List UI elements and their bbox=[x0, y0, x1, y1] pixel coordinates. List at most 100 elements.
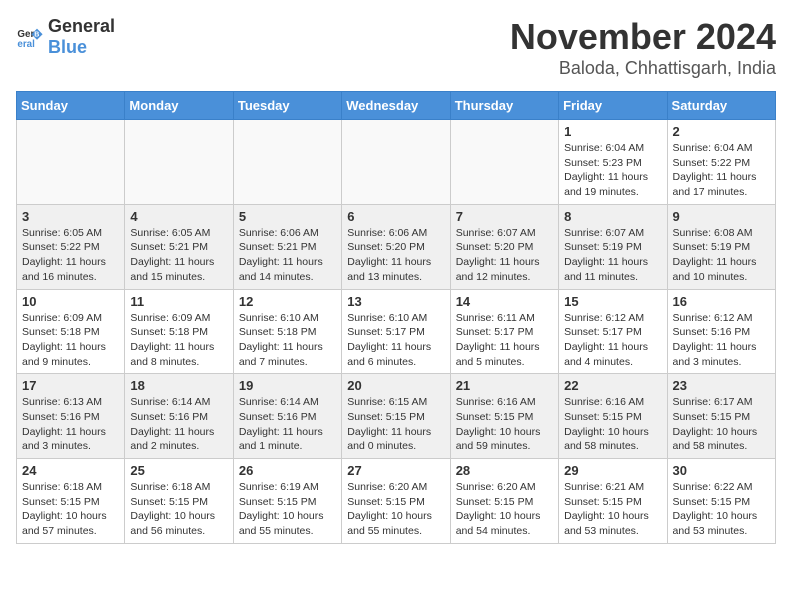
day-info: Sunrise: 6:06 AM Sunset: 5:20 PM Dayligh… bbox=[347, 226, 444, 285]
day-number: 26 bbox=[239, 463, 336, 478]
day-info: Sunrise: 6:19 AM Sunset: 5:15 PM Dayligh… bbox=[239, 480, 336, 539]
calendar-cell: 30 Sunrise: 6:22 AM Sunset: 5:15 PM Dayli… bbox=[667, 459, 775, 544]
day-info: Sunrise: 6:06 AM Sunset: 5:21 PM Dayligh… bbox=[239, 226, 336, 285]
logo-blue: Blue bbox=[48, 37, 87, 57]
day-number: 13 bbox=[347, 294, 444, 309]
header-day-sunday: Sunday bbox=[17, 92, 125, 120]
calendar-cell: 22Sunrise: 6:16 AM Sunset: 5:15 PM Dayli… bbox=[559, 374, 667, 459]
calendar-cell: 14 Sunrise: 6:11 AM Sunset: 5:17 PM Dayli… bbox=[450, 289, 558, 374]
day-number: 25 bbox=[130, 463, 227, 478]
calendar-week-5: 24 Sunrise: 6:18 AM Sunset: 5:15 PM Dayli… bbox=[17, 459, 776, 544]
calendar-cell: 1Sunrise: 6:04 AM Sunset: 5:23 PM Daylig… bbox=[559, 120, 667, 205]
day-info: Sunrise: 6:22 AM Sunset: 5:15 PM Dayligh… bbox=[673, 480, 770, 539]
day-number: 4 bbox=[130, 209, 227, 224]
day-number: 19 bbox=[239, 378, 336, 393]
day-number: 18 bbox=[130, 378, 227, 393]
month-title: November 2024 bbox=[510, 16, 776, 58]
day-number: 8 bbox=[564, 209, 661, 224]
day-info: Sunrise: 6:07 AM Sunset: 5:20 PM Dayligh… bbox=[456, 226, 553, 285]
calendar-cell bbox=[17, 120, 125, 205]
calendar-cell: 20 Sunrise: 6:15 AM Sunset: 5:15 PM Dayli… bbox=[342, 374, 450, 459]
day-info: Sunrise: 6:11 AM Sunset: 5:17 PM Dayligh… bbox=[456, 311, 553, 370]
day-number: 27 bbox=[347, 463, 444, 478]
day-number: 22 bbox=[564, 378, 661, 393]
day-info: Sunrise: 6:16 AM Sunset: 5:15 PM Dayligh… bbox=[456, 395, 553, 454]
calendar-cell: 4Sunrise: 6:05 AM Sunset: 5:21 PM Daylig… bbox=[125, 204, 233, 289]
calendar-cell bbox=[125, 120, 233, 205]
calendar-week-4: 17 Sunrise: 6:13 AM Sunset: 5:16 PM Dayli… bbox=[17, 374, 776, 459]
calendar-week-1: 1Sunrise: 6:04 AM Sunset: 5:23 PM Daylig… bbox=[17, 120, 776, 205]
header-day-tuesday: Tuesday bbox=[233, 92, 341, 120]
day-number: 5 bbox=[239, 209, 336, 224]
logo: Gen eral B General Blue bbox=[16, 16, 115, 58]
header-day-wednesday: Wednesday bbox=[342, 92, 450, 120]
day-info: Sunrise: 6:18 AM Sunset: 5:15 PM Dayligh… bbox=[22, 480, 119, 539]
day-number: 7 bbox=[456, 209, 553, 224]
day-info: Sunrise: 6:08 AM Sunset: 5:19 PM Dayligh… bbox=[673, 226, 770, 285]
day-number: 23 bbox=[673, 378, 770, 393]
calendar-week-2: 3Sunrise: 6:05 AM Sunset: 5:22 PM Daylig… bbox=[17, 204, 776, 289]
day-info: Sunrise: 6:12 AM Sunset: 5:17 PM Dayligh… bbox=[564, 311, 661, 370]
calendar-cell: 13Sunrise: 6:10 AM Sunset: 5:17 PM Dayli… bbox=[342, 289, 450, 374]
day-number: 1 bbox=[564, 124, 661, 139]
header-day-monday: Monday bbox=[125, 92, 233, 120]
day-info: Sunrise: 6:04 AM Sunset: 5:22 PM Dayligh… bbox=[673, 141, 770, 200]
day-info: Sunrise: 6:17 AM Sunset: 5:15 PM Dayligh… bbox=[673, 395, 770, 454]
day-number: 28 bbox=[456, 463, 553, 478]
calendar-cell bbox=[233, 120, 341, 205]
calendar-cell: 27Sunrise: 6:20 AM Sunset: 5:15 PM Dayli… bbox=[342, 459, 450, 544]
header-day-friday: Friday bbox=[559, 92, 667, 120]
calendar-cell: 18Sunrise: 6:14 AM Sunset: 5:16 PM Dayli… bbox=[125, 374, 233, 459]
calendar-cell: 28Sunrise: 6:20 AM Sunset: 5:15 PM Dayli… bbox=[450, 459, 558, 544]
day-number: 10 bbox=[22, 294, 119, 309]
svg-text:B: B bbox=[34, 31, 39, 38]
day-info: Sunrise: 6:07 AM Sunset: 5:19 PM Dayligh… bbox=[564, 226, 661, 285]
day-number: 9 bbox=[673, 209, 770, 224]
header: Gen eral B General Blue November 2024 Ba… bbox=[16, 16, 776, 79]
calendar-cell: 26 Sunrise: 6:19 AM Sunset: 5:15 PM Dayli… bbox=[233, 459, 341, 544]
logo-icon: Gen eral B bbox=[16, 23, 44, 51]
day-number: 14 bbox=[456, 294, 553, 309]
day-info: Sunrise: 6:21 AM Sunset: 5:15 PM Dayligh… bbox=[564, 480, 661, 539]
calendar-cell: 15 Sunrise: 6:12 AM Sunset: 5:17 PM Dayli… bbox=[559, 289, 667, 374]
calendar-cell: 21 Sunrise: 6:16 AM Sunset: 5:15 PM Dayli… bbox=[450, 374, 558, 459]
day-number: 29 bbox=[564, 463, 661, 478]
day-number: 2 bbox=[673, 124, 770, 139]
day-number: 20 bbox=[347, 378, 444, 393]
day-number: 6 bbox=[347, 209, 444, 224]
title-area: November 2024 Baloda, Chhattisgarh, Indi… bbox=[510, 16, 776, 79]
day-number: 12 bbox=[239, 294, 336, 309]
calendar-cell: 19 Sunrise: 6:14 AM Sunset: 5:16 PM Dayli… bbox=[233, 374, 341, 459]
calendar-cell bbox=[450, 120, 558, 205]
calendar-cell bbox=[342, 120, 450, 205]
day-number: 30 bbox=[673, 463, 770, 478]
calendar-cell: 25 Sunrise: 6:18 AM Sunset: 5:15 PM Dayli… bbox=[125, 459, 233, 544]
calendar-cell: 3Sunrise: 6:05 AM Sunset: 5:22 PM Daylig… bbox=[17, 204, 125, 289]
day-number: 24 bbox=[22, 463, 119, 478]
day-number: 3 bbox=[22, 209, 119, 224]
day-number: 17 bbox=[22, 378, 119, 393]
day-info: Sunrise: 6:09 AM Sunset: 5:18 PM Dayligh… bbox=[22, 311, 119, 370]
day-info: Sunrise: 6:15 AM Sunset: 5:15 PM Dayligh… bbox=[347, 395, 444, 454]
day-info: Sunrise: 6:14 AM Sunset: 5:16 PM Dayligh… bbox=[239, 395, 336, 454]
day-number: 11 bbox=[130, 294, 227, 309]
day-info: Sunrise: 6:12 AM Sunset: 5:16 PM Dayligh… bbox=[673, 311, 770, 370]
day-info: Sunrise: 6:18 AM Sunset: 5:15 PM Dayligh… bbox=[130, 480, 227, 539]
day-number: 21 bbox=[456, 378, 553, 393]
calendar-cell: 6 Sunrise: 6:06 AM Sunset: 5:20 PM Daylig… bbox=[342, 204, 450, 289]
logo-general: General bbox=[48, 16, 115, 36]
calendar-cell: 5 Sunrise: 6:06 AM Sunset: 5:21 PM Daylig… bbox=[233, 204, 341, 289]
day-number: 15 bbox=[564, 294, 661, 309]
calendar-cell: 23 Sunrise: 6:17 AM Sunset: 5:15 PM Dayli… bbox=[667, 374, 775, 459]
calendar-cell: 8 Sunrise: 6:07 AM Sunset: 5:19 PM Daylig… bbox=[559, 204, 667, 289]
svg-text:eral: eral bbox=[17, 39, 35, 50]
calendar-cell: 16 Sunrise: 6:12 AM Sunset: 5:16 PM Dayli… bbox=[667, 289, 775, 374]
calendar-cell: 9 Sunrise: 6:08 AM Sunset: 5:19 PM Daylig… bbox=[667, 204, 775, 289]
calendar-header-row: SundayMondayTuesdayWednesdayThursdayFrid… bbox=[17, 92, 776, 120]
day-info: Sunrise: 6:13 AM Sunset: 5:16 PM Dayligh… bbox=[22, 395, 119, 454]
day-number: 16 bbox=[673, 294, 770, 309]
location-title: Baloda, Chhattisgarh, India bbox=[510, 58, 776, 79]
header-day-thursday: Thursday bbox=[450, 92, 558, 120]
calendar-week-3: 10 Sunrise: 6:09 AM Sunset: 5:18 PM Dayli… bbox=[17, 289, 776, 374]
header-day-saturday: Saturday bbox=[667, 92, 775, 120]
